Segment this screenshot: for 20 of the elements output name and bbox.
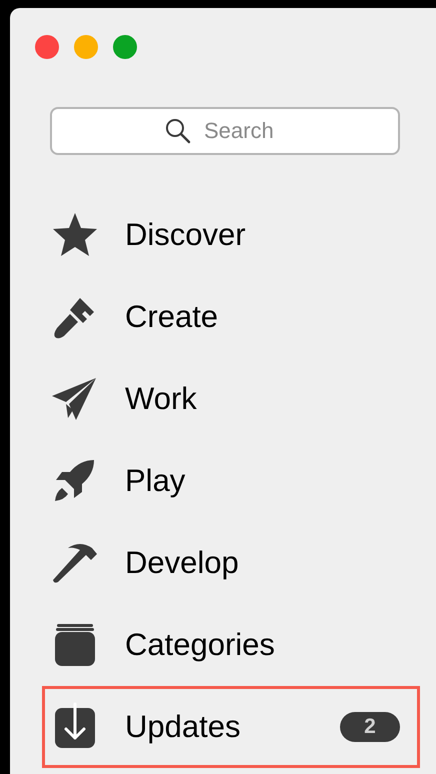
close-button[interactable]	[35, 35, 59, 59]
sidebar-item[interactable]: Categories	[42, 604, 420, 686]
count-badge: 2	[340, 712, 400, 742]
minimize-button[interactable]	[74, 35, 98, 59]
item-label: Develop	[125, 544, 239, 582]
item-label: Categories	[125, 626, 275, 664]
sidebar-item[interactable]: Updates 2	[42, 686, 420, 768]
item-label: Create	[125, 298, 218, 336]
sidebar-item[interactable]: Discover	[42, 194, 420, 276]
sidebar-item[interactable]: Create	[42, 276, 420, 358]
sidebar-item[interactable]: Play	[42, 440, 420, 522]
zoom-button[interactable]	[113, 35, 137, 59]
search-field[interactable]: Search	[50, 107, 400, 155]
item-label: Discover	[125, 216, 246, 254]
item-label: Work	[125, 380, 197, 418]
item-label: Play	[125, 462, 186, 500]
item-label: Updates	[125, 708, 240, 746]
search-icon	[165, 118, 191, 144]
sidebar-item[interactable]: Work	[42, 358, 420, 440]
sidebar-item[interactable]: Develop	[42, 522, 420, 604]
